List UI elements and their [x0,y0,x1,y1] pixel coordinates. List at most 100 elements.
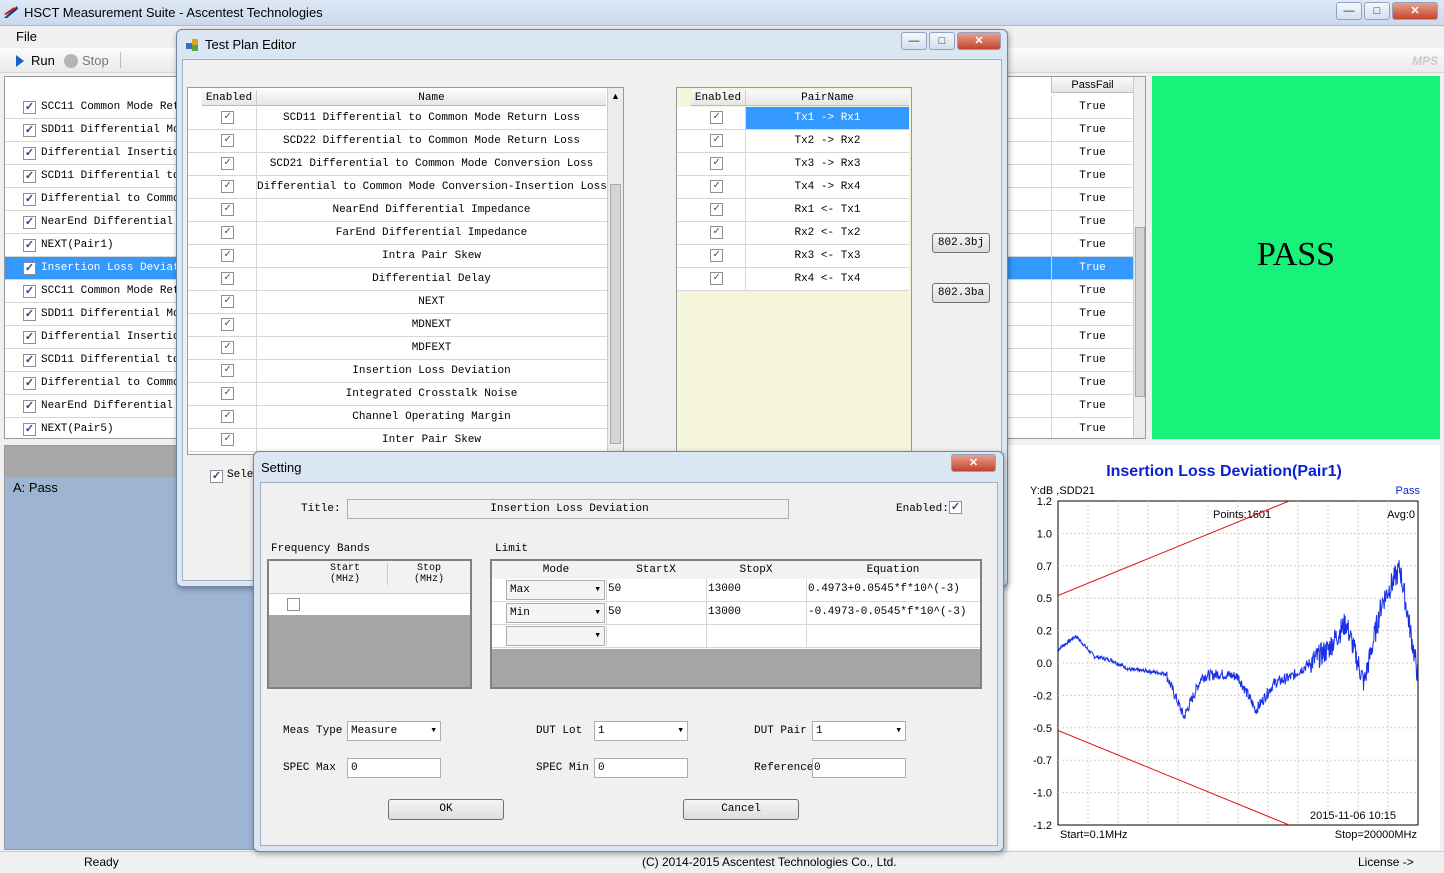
test-col-name[interactable]: Name [256,90,606,106]
stop-button[interactable]: Stop [62,52,117,70]
title-field[interactable]: Insertion Loss Deviation [347,499,789,519]
test-row[interactable]: NEXT [188,291,607,314]
pair-enabled-checkbox[interactable] [710,249,723,262]
limit-stopx[interactable]: 13000 [708,583,741,595]
setting-close-button[interactable]: ✕ [951,454,996,472]
table-row[interactable]: NearEnd Differential Im [5,211,177,234]
row-enabled-checkbox[interactable] [23,239,36,252]
maximize-button[interactable]: □ [1364,2,1390,20]
passfail-row[interactable]: True [1008,165,1133,188]
table-row[interactable]: SCC11 Common Mode Retu [5,96,177,119]
table-row[interactable]: SCD11 Differential to [5,165,177,188]
pair-enabled-checkbox[interactable] [710,226,723,239]
pair-col-name[interactable]: PairName [745,90,909,106]
table-row[interactable]: Insertion Loss Deviati [5,257,177,280]
table-row[interactable]: SCC11 Common Mode Retu [5,280,177,303]
limit-grid[interactable]: Mode StartX StopX Equation Max50 13000 0.4… [490,559,982,689]
table-row[interactable]: Differential Insertion [5,142,177,165]
row-enabled-checkbox[interactable] [23,331,36,344]
close-button[interactable]: ✕ [1392,2,1438,20]
row-enabled-checkbox[interactable] [23,377,36,390]
test-enabled-checkbox[interactable] [221,341,234,354]
frequency-bands-grid[interactable]: Start (MHz) Stop (MHz) [267,559,472,689]
pair-enabled-checkbox[interactable] [710,134,723,147]
test-enabled-checkbox[interactable] [221,157,234,170]
table-row[interactable]: Differential Insertion [5,326,177,349]
test-enabled-checkbox[interactable] [221,410,234,423]
limit-row[interactable] [492,625,980,648]
limit-col-startx[interactable]: StartX [606,564,706,576]
test-enabled-checkbox[interactable] [221,318,234,331]
pair-enabled-checkbox[interactable] [710,111,723,124]
test-enabled-checkbox[interactable] [221,433,234,446]
test-row[interactable]: NearEnd Differential Impedance [188,199,607,222]
passfail-row[interactable]: True [1008,188,1133,211]
passfail-row[interactable]: True [1008,119,1133,142]
editor-minimize-button[interactable]: — [901,32,927,50]
passfail-row[interactable]: True [1008,418,1133,438]
pair-row[interactable]: Rx2 <- Tx2 [677,222,909,245]
pair-row[interactable]: Tx1 -> Rx1 [677,107,909,130]
limit-stopx[interactable]: 13000 [708,606,741,618]
test-row[interactable]: Channel Operating Margin [188,406,607,429]
enabled-checkbox[interactable] [949,501,962,514]
passfail-header[interactable]: PassFail [1051,77,1133,93]
passfail-row[interactable]: True [1008,96,1133,119]
test-enabled-checkbox[interactable] [221,295,234,308]
row-enabled-checkbox[interactable] [23,262,36,275]
row-enabled-checkbox[interactable] [23,147,36,160]
test-enabled-checkbox[interactable] [221,111,234,124]
passfail-row[interactable]: True [1008,303,1133,326]
test-col-enabled[interactable]: Enabled [202,90,256,106]
test-scroll-thumb[interactable] [610,184,621,444]
row-enabled-checkbox[interactable] [23,308,36,321]
pair-enabled-checkbox[interactable] [710,203,723,216]
test-enabled-checkbox[interactable] [221,249,234,262]
row-enabled-checkbox[interactable] [23,216,36,229]
table-row[interactable]: NEXT(Pair5) [5,418,177,438]
limit-mode-select[interactable]: Min [506,603,605,623]
scroll-thumb[interactable] [1135,227,1145,397]
editor-close-button[interactable]: ✕ [957,32,1001,50]
pair-enabled-checkbox[interactable] [710,272,723,285]
limit-mode-select[interactable] [506,626,605,646]
limit-col-equation[interactable]: Equation [806,564,980,576]
limit-mode-select[interactable]: Max [506,580,605,600]
table-row[interactable]: SCD11 Differential to [5,349,177,372]
test-enabled-checkbox[interactable] [221,180,234,193]
passfail-row[interactable]: True [1008,280,1133,303]
passfail-row[interactable]: True [1008,211,1133,234]
pair-row[interactable]: Rx3 <- Tx3 [677,245,909,268]
table-row[interactable]: NEXT(Pair1) [5,234,177,257]
limit-startx[interactable]: 50 [608,583,621,595]
test-row[interactable]: FarEnd Differential Impedance [188,222,607,245]
limit-col-stopx[interactable]: StopX [706,564,806,576]
passfail-row[interactable]: True [1008,234,1133,257]
passfail-row[interactable]: True [1008,142,1133,165]
pair-list-grid[interactable]: Enabled PairName Tx1 -> Rx1Tx2 -> Rx2Tx3… [676,87,912,455]
dut-pair-select[interactable]: 1 [812,721,906,741]
test-row[interactable]: Inter Pair Skew [188,429,607,452]
test-row[interactable]: SCD11 Differential to Common Mode Return… [188,107,607,130]
minimize-button[interactable]: — [1336,2,1362,20]
limit-col-mode[interactable]: Mode [506,564,606,576]
test-row[interactable]: Intra Pair Skew [188,245,607,268]
row-enabled-checkbox[interactable] [23,423,36,436]
pair-row[interactable]: Tx2 -> Rx2 [677,130,909,153]
test-list-scrollbar[interactable]: ▲ [607,88,623,454]
menu-file[interactable]: File [16,29,37,44]
test-enabled-checkbox[interactable] [221,203,234,216]
passfail-row[interactable]: True [1008,395,1133,418]
spec-max-field[interactable]: 0 [347,758,441,778]
pair-row[interactable]: Tx4 -> Rx4 [677,176,909,199]
freq-stop-header[interactable]: Stop (MHz) [387,563,470,585]
results-grid[interactable]: SCC11 Common Mode Retu SDD11 Differential… [4,76,178,439]
pair-row[interactable]: Rx1 <- Tx1 [677,199,909,222]
pair-enabled-checkbox[interactable] [710,180,723,193]
select-all-checkbox[interactable] [210,470,223,483]
meas-type-select[interactable]: Measure [347,721,441,741]
test-row[interactable]: SCD22 Differential to Common Mode Return… [188,130,607,153]
editor-maximize-button[interactable]: □ [929,32,955,50]
test-row[interactable]: Insertion Loss Deviation [188,360,607,383]
test-enabled-checkbox[interactable] [221,272,234,285]
